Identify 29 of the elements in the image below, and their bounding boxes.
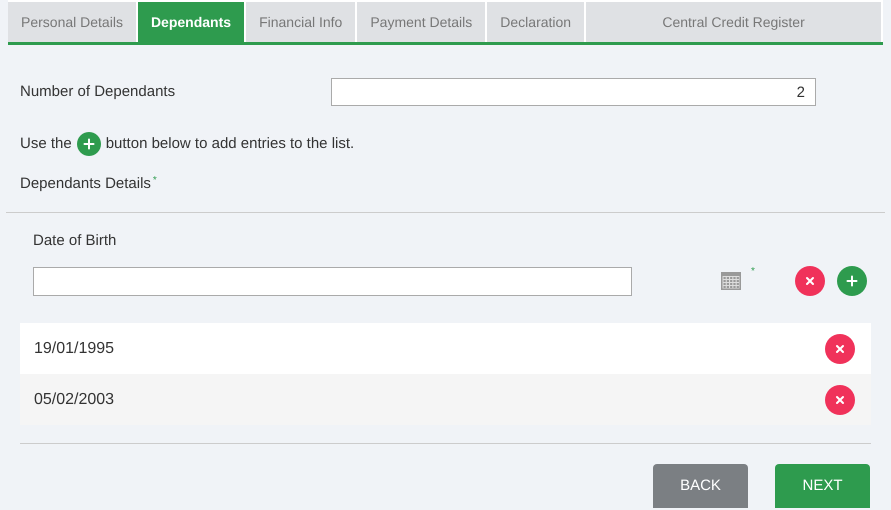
remove-button[interactable] bbox=[825, 334, 855, 364]
tab[interactable]: Dependants bbox=[138, 2, 244, 42]
field-label: Date of Birth bbox=[33, 232, 116, 248]
plus-icon bbox=[846, 275, 858, 287]
close-icon bbox=[834, 394, 846, 406]
date-text: 05/02/2003 bbox=[34, 390, 114, 410]
date-field[interactable] bbox=[33, 266, 632, 296]
calendar-icon[interactable] bbox=[721, 272, 741, 290]
required-mark: * bbox=[152, 174, 157, 188]
hint-text: button below to add entries to the list. bbox=[106, 134, 354, 154]
add-button[interactable] bbox=[836, 266, 867, 296]
tab[interactable]: Declaration bbox=[487, 2, 584, 42]
required-mark: * bbox=[751, 265, 755, 279]
remove-button[interactable] bbox=[794, 266, 825, 296]
field-label: Number of Dependants bbox=[20, 82, 176, 102]
tab[interactable]: Personal Details bbox=[8, 2, 136, 42]
section-label: Dependants Details bbox=[20, 174, 151, 194]
tab[interactable]: Central Credit Register bbox=[586, 2, 881, 42]
number-field[interactable]: 2 bbox=[331, 78, 816, 106]
remove-button[interactable] bbox=[825, 384, 855, 414]
next-button[interactable]: NEXT bbox=[775, 464, 870, 508]
add-icon bbox=[76, 132, 101, 156]
tab[interactable]: Financial Info bbox=[246, 2, 356, 42]
back-button[interactable]: BACK bbox=[653, 464, 748, 508]
tab[interactable]: Payment Details bbox=[357, 2, 486, 42]
date-text: 19/01/1995 bbox=[34, 338, 114, 358]
hint-text: Use the bbox=[20, 134, 72, 154]
close-icon bbox=[804, 275, 816, 287]
close-icon bbox=[834, 342, 846, 354]
